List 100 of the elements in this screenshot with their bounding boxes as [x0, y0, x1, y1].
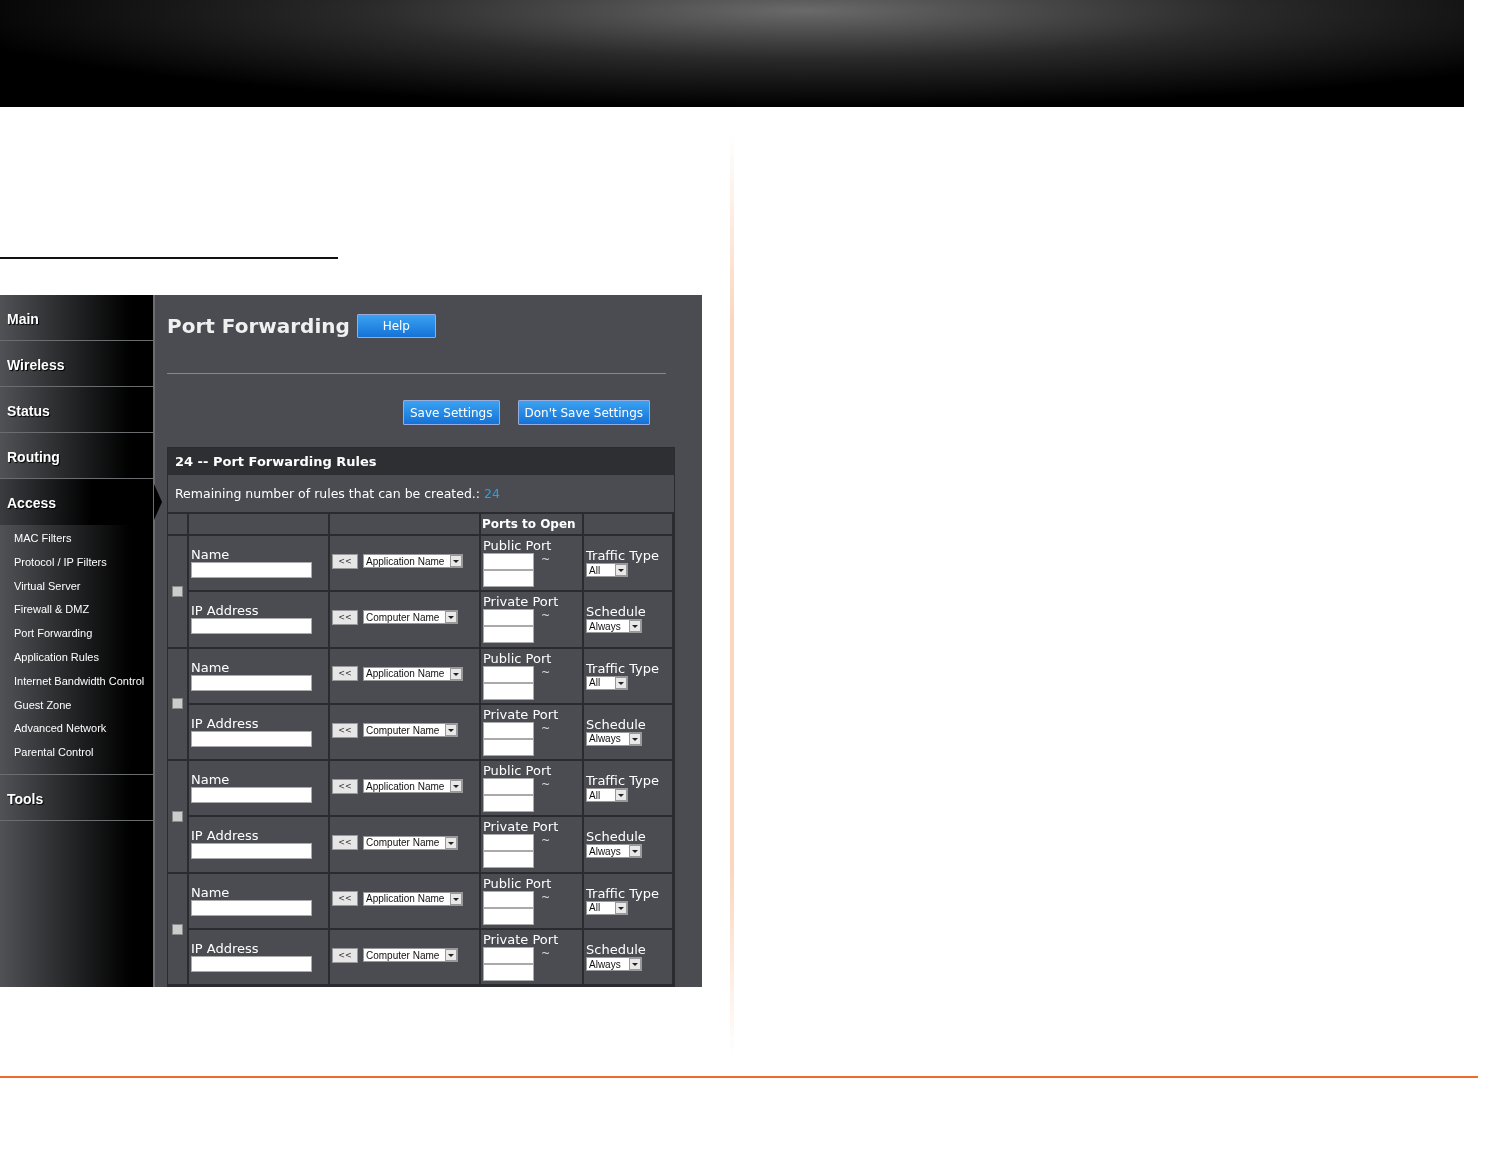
page-title: Port Forwarding: [167, 314, 350, 338]
checkbox[interactable]: [172, 585, 183, 597]
dropdown[interactable]: Computer Name: [363, 610, 458, 625]
dropdown[interactable]: Application Name: [363, 666, 463, 681]
input-field[interactable]: [483, 964, 534, 982]
dropdown[interactable]: Always: [586, 731, 642, 746]
field-label: Name: [191, 547, 231, 562]
dropdown[interactable]: All: [586, 900, 628, 915]
field-label: IP Address: [191, 603, 260, 619]
field-label: Schedule: [586, 829, 647, 845]
nav-subitem[interactable]: MAC Filters: [14, 528, 153, 552]
input-field[interactable]: [483, 890, 534, 908]
field-label: Name: [191, 659, 231, 675]
copy-button[interactable]: <<: [332, 947, 358, 963]
dropdown[interactable]: Always: [586, 957, 642, 972]
input-field[interactable]: [483, 947, 534, 965]
help-button[interactable]: Help: [356, 314, 436, 338]
input-field[interactable]: [191, 618, 312, 635]
nav-subitem[interactable]: Port Forwarding: [14, 623, 153, 647]
field-label: Public Port: [483, 650, 553, 666]
field-label: Name: [191, 884, 231, 900]
input-field[interactable]: [483, 609, 534, 627]
input-field[interactable]: [483, 778, 534, 796]
table-header: 24 -- Port Forwarding Rules: [168, 448, 674, 475]
dropdown[interactable]: All: [586, 675, 628, 690]
nav-subitem[interactable]: Guest Zone: [14, 694, 153, 719]
checkbox[interactable]: [172, 698, 183, 710]
nav-subitem[interactable]: Parental Control: [14, 742, 153, 766]
input-field[interactable]: [191, 899, 312, 916]
nav-subitem[interactable]: Firewall & DMZ: [14, 599, 153, 624]
dropdown[interactable]: Application Name: [363, 554, 463, 569]
field-label: Name: [191, 772, 231, 788]
input-field[interactable]: [191, 787, 312, 804]
field-label: Traffic Type: [586, 773, 661, 789]
copy-button[interactable]: <<: [332, 609, 358, 625]
nav-item[interactable]: Status: [0, 387, 153, 433]
copy-button[interactable]: <<: [332, 666, 358, 682]
nav-subitem[interactable]: Internet Bandwidth Control: [14, 670, 153, 695]
field-label: Public Port: [483, 875, 553, 891]
range-tilde: ~: [541, 778, 551, 792]
copy-button[interactable]: <<: [332, 722, 358, 738]
dropdown[interactable]: Always: [586, 844, 642, 859]
dropdown[interactable]: Application Name: [363, 779, 463, 794]
dropdown[interactable]: All: [586, 788, 628, 803]
nav-subitem[interactable]: Virtual Server: [14, 575, 153, 600]
input-field[interactable]: [191, 562, 312, 578]
input-field[interactable]: [191, 674, 312, 691]
nav-subitem[interactable]: Application Rules: [14, 647, 153, 671]
input-field[interactable]: [483, 553, 534, 570]
range-tilde: ~: [541, 947, 551, 961]
input-field[interactable]: [191, 956, 312, 973]
field-label: IP Address: [191, 828, 260, 844]
nav-item[interactable]: Main: [0, 295, 153, 341]
nav-item[interactable]: Wireless: [0, 341, 153, 387]
copy-button[interactable]: <<: [332, 891, 358, 907]
range-tilde: ~: [541, 890, 551, 904]
field-label: Private Port: [483, 706, 560, 722]
dropdown[interactable]: Computer Name: [363, 835, 458, 850]
settings-button[interactable]: Save Settings: [403, 400, 500, 425]
input-field[interactable]: [191, 730, 312, 747]
range-tilde: ~: [541, 665, 551, 679]
dropdown[interactable]: Application Name: [363, 891, 463, 906]
copy-button[interactable]: <<: [332, 778, 358, 794]
dropdown[interactable]: All: [586, 563, 628, 577]
settings-button[interactable]: Don't Save Settings: [517, 400, 650, 425]
dropdown[interactable]: Computer Name: [363, 948, 458, 963]
field-label: IP Address: [191, 715, 260, 731]
range-tilde: ~: [541, 553, 551, 566]
field-label: Traffic Type: [586, 885, 661, 901]
range-tilde: ~: [541, 721, 551, 735]
field-label: Private Port: [483, 594, 560, 610]
input-field[interactable]: [191, 843, 312, 860]
input-field[interactable]: [483, 834, 534, 852]
field-label: Private Port: [483, 819, 560, 835]
input-field[interactable]: [483, 851, 534, 869]
checkbox[interactable]: [172, 811, 183, 822]
input-field[interactable]: [483, 570, 534, 587]
field-label: Public Port: [483, 763, 553, 779]
checkbox[interactable]: [172, 923, 183, 935]
field-label: Private Port: [483, 932, 560, 948]
copy-button[interactable]: <<: [332, 835, 358, 851]
remaining-rules-text: Remaining number of rules that can be created.: 24: [168, 475, 674, 514]
pointer-icon: [154, 484, 162, 520]
input-field[interactable]: [483, 626, 534, 644]
field-label: Schedule: [586, 716, 647, 732]
range-tilde: ~: [541, 834, 551, 848]
dropdown[interactable]: Computer Name: [363, 723, 458, 738]
input-field[interactable]: [483, 721, 534, 739]
field-label: IP Address: [191, 941, 260, 957]
input-field[interactable]: [483, 665, 534, 683]
input-field[interactable]: [483, 795, 534, 813]
dropdown[interactable]: Always: [586, 619, 642, 634]
nav-subitem[interactable]: Advanced Network: [14, 718, 153, 743]
field-label: Traffic Type: [586, 548, 661, 563]
range-tilde: ~: [541, 609, 551, 623]
field-label: Schedule: [586, 942, 647, 958]
nav-subitem[interactable]: Protocol / IP Filters: [14, 551, 153, 576]
nav-item[interactable]: Tools: [0, 774, 153, 821]
copy-button[interactable]: <<: [332, 553, 358, 569]
field-label: Traffic Type: [586, 660, 661, 676]
